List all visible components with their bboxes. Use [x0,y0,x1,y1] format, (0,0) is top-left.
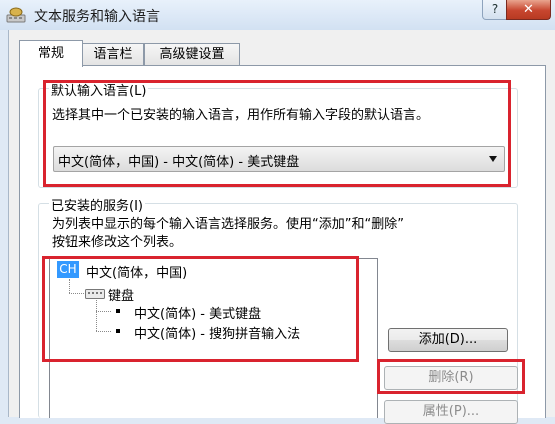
tree-connector [69,279,70,293]
tree-connector [96,300,97,331]
installed-services-description-line2: 按钮来修改这个列表。 [52,235,183,250]
title-bar: 文本服务和输入语言 [0,0,555,30]
bullet-icon [116,329,120,333]
installed-services-description-line1: 为列表中显示的每个输入语言选择服务。使用“添加”和“删除” [52,217,404,232]
tree-connector [96,331,111,332]
installed-services-group-label: 已安装的服务(I) [49,195,145,214]
window-title: 文本服务和输入语言 [34,9,160,25]
tree-service-item[interactable]: 中文(简体) - 搜狗拼音输入法 [134,323,300,342]
help-button[interactable]: ? [482,0,508,20]
tree-keyboard-node[interactable]: 键盘 [108,285,134,304]
default-language-description: 选择其中一个已安装的输入语言，用作所有输入字段的默认语言。 [52,108,430,123]
language-code-badge[interactable]: CH [57,261,79,278]
tree-language-node[interactable]: 中文(简体，中国) [86,262,187,281]
bullet-icon [116,309,120,313]
default-language-group-label: 默认输入语言(L) [49,80,149,99]
tab-language-bar[interactable]: 语言栏 [82,43,144,66]
default-language-dropdown[interactable]: 中文(简体，中国) - 中文(简体) - 美式键盘 [53,146,505,172]
tab-general[interactable]: 常规 [19,40,83,67]
tree-connector [96,311,111,312]
add-button[interactable]: 添加(D)... [388,328,508,352]
properties-button[interactable]: 属性(P)... [384,400,518,424]
tree-connector [69,293,84,294]
tree-service-item[interactable]: 中文(简体) - 美式键盘 [134,303,261,322]
default-language-selected: 中文(简体，中国) - 中文(简体) - 美式键盘 [58,155,300,170]
keyboard-icon [85,289,105,299]
keyboard-app-icon [6,7,26,23]
dropdown-arrow-icon [489,156,497,162]
close-button[interactable]: ✕ [506,0,551,20]
default-language-group [38,88,518,188]
remove-button[interactable]: 删除(R) [384,366,518,390]
tab-advanced-key-settings[interactable]: 高级键设置 [144,43,240,66]
